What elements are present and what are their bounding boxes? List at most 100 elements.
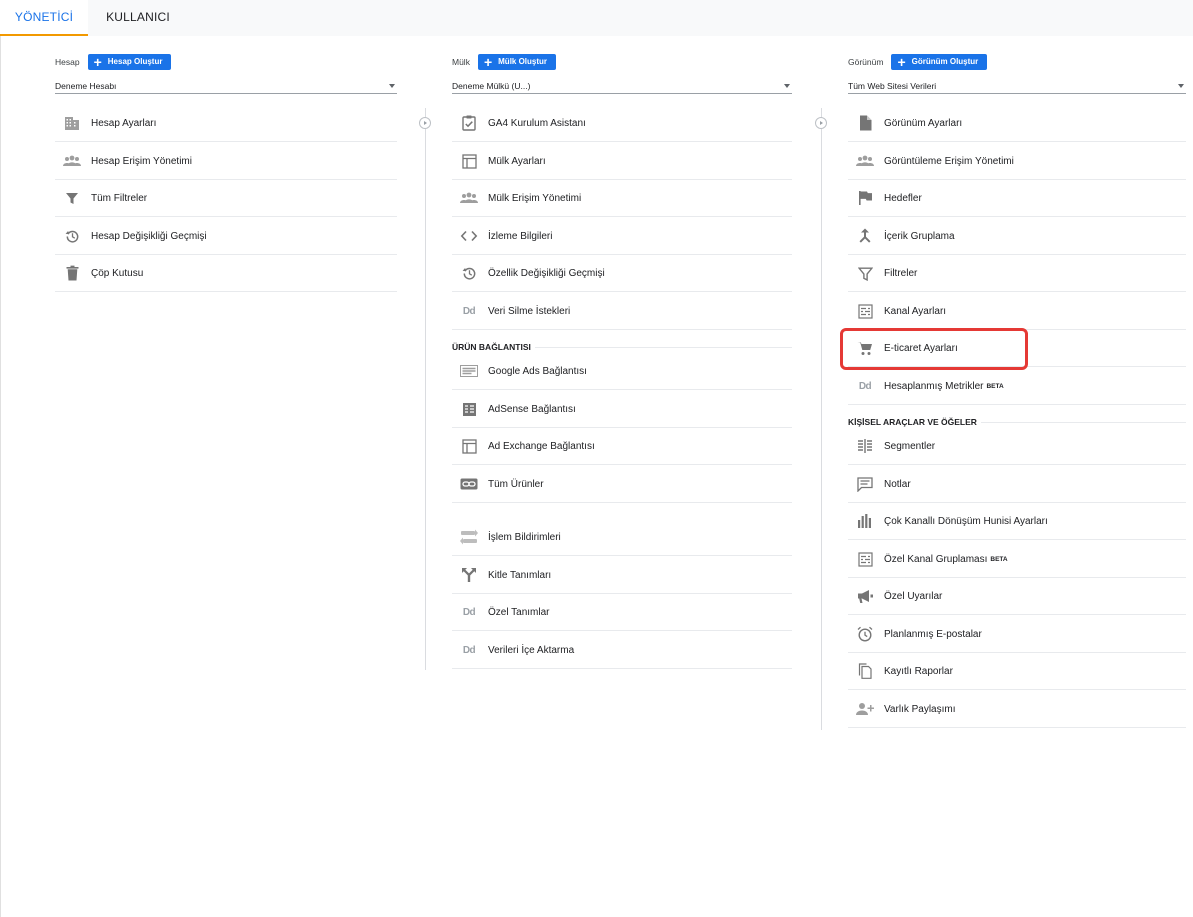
plus-icon: + [93, 53, 102, 70]
property-item-label: İşlem Bildirimleri [488, 531, 561, 543]
view-item-label: Görüntüleme Erişim Yönetimi [884, 155, 1014, 167]
view-tool-annotations[interactable]: Notlar [848, 466, 1186, 503]
filter-icon [856, 264, 874, 282]
left-border [0, 36, 1, 917]
create-view-label: Görünüm Oluştur [911, 57, 979, 66]
plus-icon: + [483, 53, 493, 70]
create-property-button[interactable]: + Mülk Oluştur [477, 53, 557, 70]
property-link-label: Google Ads Bağlantısı [488, 365, 587, 377]
people-icon [63, 152, 81, 170]
account-item-trash[interactable]: Çöp Kutusu [55, 255, 397, 292]
chevron-down-icon [1178, 83, 1184, 88]
property-item-label: Kitle Tanımları [488, 569, 552, 581]
view-tool-label: Kayıtlı Raporlar [884, 665, 953, 677]
channel-icon [856, 550, 874, 568]
view-tool-label: Planlanmış E-postalar [884, 628, 982, 640]
arrow-right-icon [815, 117, 827, 129]
account-item-label: Tüm Filtreler [91, 192, 148, 204]
account-selector[interactable]: Deneme Hesabı [55, 78, 397, 94]
property-item-data-import[interactable]: Dd Verileri İçe Aktarma [452, 632, 792, 669]
property-header: Mülk + Mülk Oluştur [452, 53, 557, 70]
view-tool-label: Segmentler [884, 440, 936, 452]
view-selector[interactable]: Tüm Web Sitesi Verileri [848, 78, 1186, 94]
account-item-filters[interactable]: Tüm Filtreler [55, 180, 397, 217]
account-item-label: Hesap Erişim Yönetimi [91, 155, 192, 167]
property-item-label: Özellik Değişikliği Geçmişi [488, 267, 605, 279]
property-selected: Deneme Mülkü (U...) [452, 80, 531, 91]
tab-admin[interactable]: YÖNETİCİ [0, 0, 88, 36]
view-tool-segments[interactable]: Segmentler [848, 428, 1186, 465]
property-item-label: Verileri İçe Aktarma [488, 644, 575, 656]
account-item-history[interactable]: Hesap Değişikliği Geçmişi [55, 218, 397, 255]
property-link-ad-exchange[interactable]: Ad Exchange Bağlantısı [452, 428, 792, 465]
property-item-data-deletion[interactable]: Dd Veri Silme İstekleri [452, 293, 792, 330]
segment-icon [856, 437, 874, 455]
property-selector[interactable]: Deneme Mülkü (U...) [452, 78, 792, 94]
adsense-icon [460, 400, 478, 418]
view-tool-asset-sharing[interactable]: Varlık Paylaşımı [848, 691, 1186, 728]
account-label: Hesap [55, 56, 80, 67]
property-item-notifications[interactable]: İşlem Bildirimleri [452, 519, 792, 556]
view-item-settings[interactable]: Görünüm Ayarları [848, 105, 1186, 142]
link-icon [460, 475, 478, 493]
view-tool-mcf-settings[interactable]: Çok Kanallı Dönüşüm Hunisi Ayarları [848, 503, 1186, 540]
view-item-channel-settings[interactable]: Kanal Ayarları [848, 293, 1186, 330]
view-tool-saved-reports[interactable]: Kayıtlı Raporlar [848, 653, 1186, 690]
section-product-linking: ÜRÜN BAĞLANTISI [452, 340, 792, 354]
account-item-label: Hesap Ayarları [91, 117, 157, 129]
property-item-ga4-setup[interactable]: GA4 Kurulum Asistanı [452, 105, 792, 142]
view-item-filters[interactable]: Filtreler [848, 255, 1186, 292]
view-tool-scheduled-emails[interactable]: Planlanmış E-postalar [848, 616, 1186, 653]
beta-badge: BETA [990, 555, 1008, 563]
view-item-label: Filtreler [884, 267, 918, 279]
property-item-access[interactable]: Mülk Erişim Yönetimi [452, 180, 792, 217]
view-item-calculated-metrics[interactable]: Dd Hesaplanmış Metrikler BETA [848, 368, 1186, 405]
swap-icon [460, 528, 478, 546]
property-link-all-products[interactable]: Tüm Ürünler [452, 466, 792, 503]
view-tool-custom-alerts[interactable]: Özel Uyarılar [848, 578, 1186, 615]
tab-user[interactable]: KULLANICI [92, 0, 184, 36]
cart-icon [856, 339, 874, 357]
view-item-goals[interactable]: Hedefler [848, 180, 1186, 217]
create-property-label: Mülk Oluştur [498, 57, 548, 66]
person-add-icon [856, 700, 874, 718]
clipboard-check-icon [460, 114, 478, 132]
property-item-label: Veri Silme İstekleri [488, 305, 571, 317]
account-item-access[interactable]: Hesap Erişim Yönetimi [55, 143, 397, 180]
chevron-down-icon [389, 83, 395, 88]
view-item-ecommerce-settings[interactable]: E-ticaret Ayarları [848, 330, 1186, 367]
account-item-settings[interactable]: Hesap Ayarları [55, 105, 397, 142]
view-header: Görünüm + Görünüm Oluştur [848, 53, 988, 70]
history-icon [460, 264, 478, 282]
comment-icon [856, 475, 874, 493]
create-account-button[interactable]: + Hesap Oluştur [87, 53, 172, 70]
people-icon [856, 152, 874, 170]
property-link-label: Tüm Ürünler [488, 478, 544, 490]
property-item-settings[interactable]: Mülk Ayarları [452, 143, 792, 180]
property-label: Mülk [452, 56, 470, 67]
code-icon [460, 227, 478, 245]
property-item-custom-definitions[interactable]: Dd Özel Tanımlar [452, 594, 792, 631]
view-item-label: E-ticaret Ayarları [884, 342, 958, 354]
document-icon [856, 114, 874, 132]
chevron-down-icon [784, 83, 790, 88]
view-label: Görünüm [848, 56, 884, 67]
property-link-google-ads[interactable]: Google Ads Bağlantısı [452, 353, 792, 390]
property-link-adsense[interactable]: AdSense Bağlantısı [452, 391, 792, 428]
column-divider [425, 108, 426, 670]
property-item-audiences[interactable]: Kitle Tanımları [452, 557, 792, 594]
create-view-button[interactable]: + Görünüm Oluştur [891, 53, 988, 70]
property-item-history[interactable]: Özellik Değişikliği Geçmişi [452, 255, 792, 292]
window-icon [460, 152, 478, 170]
dd-icon: Dd [462, 606, 476, 618]
view-tool-label: Çok Kanallı Dönüşüm Hunisi Ayarları [884, 515, 1048, 527]
property-item-tracking[interactable]: İzleme Bilgileri [452, 218, 792, 255]
property-link-label: AdSense Bağlantısı [488, 403, 576, 415]
view-item-content-grouping[interactable]: İçerik Gruplama [848, 218, 1186, 255]
people-icon [460, 189, 478, 207]
view-tool-custom-channel-grouping[interactable]: Özel Kanal Gruplaması BETA [848, 541, 1186, 578]
window-icon [460, 437, 478, 455]
trash-icon [63, 264, 81, 282]
view-item-access[interactable]: Görüntüleme Erişim Yönetimi [848, 143, 1186, 180]
property-item-label: Özel Tanımlar [488, 606, 550, 618]
